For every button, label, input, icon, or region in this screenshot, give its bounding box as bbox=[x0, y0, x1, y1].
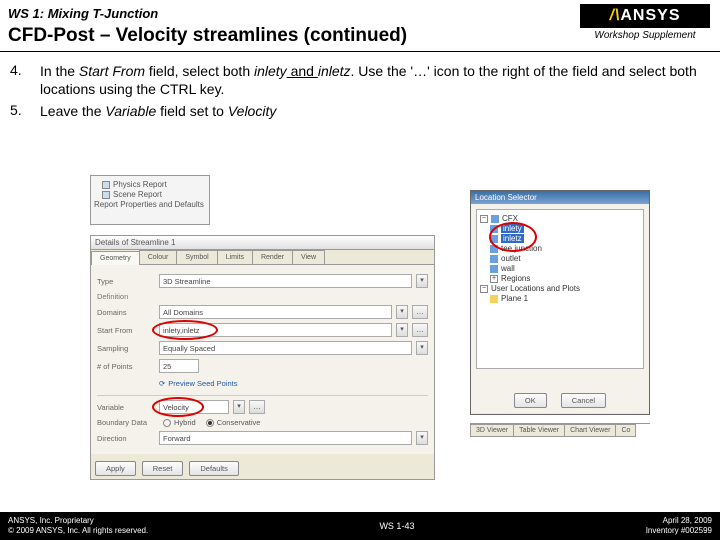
tree-regions[interactable]: +Regions bbox=[480, 274, 640, 283]
expand-icon[interactable]: + bbox=[490, 275, 498, 283]
tab-table-viewer[interactable]: Table Viewer bbox=[513, 424, 565, 437]
radio-icon bbox=[206, 419, 214, 427]
checkbox-icon[interactable] bbox=[102, 191, 110, 199]
details-panel: Details of Streamline 1 Geometry Colour … bbox=[90, 235, 435, 480]
viewer-tabs: 3D Viewer Table Viewer Chart Viewer Co bbox=[470, 423, 650, 437]
footer-center: WS 1-43 bbox=[379, 521, 414, 531]
domain-icon bbox=[491, 215, 499, 223]
tab-limits[interactable]: Limits bbox=[217, 250, 253, 264]
cancel-button[interactable]: Cancel bbox=[561, 393, 606, 408]
step-text: In the Start From field, select both inl… bbox=[40, 62, 700, 98]
dialog-title: Location Selector bbox=[471, 191, 649, 204]
footer: ANSYS, Inc. Proprietary © 2009 ANSYS, In… bbox=[0, 512, 720, 540]
sampling-label: Sampling bbox=[97, 344, 155, 353]
refresh-icon: ⟳ bbox=[159, 379, 165, 388]
instructions: 4. In the Start From field, select both … bbox=[0, 58, 720, 121]
dropdown-icon[interactable]: ▾ bbox=[233, 400, 245, 414]
boundary-icon bbox=[490, 255, 498, 263]
type-label: Type bbox=[97, 277, 155, 286]
tab-comment[interactable]: Co bbox=[615, 424, 636, 437]
boundary-icon bbox=[490, 225, 498, 233]
tab-colour[interactable]: Colour bbox=[139, 250, 178, 264]
sampling-select[interactable]: Equally Spaced bbox=[159, 341, 412, 355]
step-text: Leave the Variable field set to Velocity bbox=[40, 102, 700, 120]
collapse-icon[interactable]: − bbox=[480, 285, 488, 293]
ansys-logo: /\ANSYS bbox=[580, 4, 710, 28]
hybrid-radio[interactable]: Hybrid bbox=[163, 418, 196, 427]
startfrom-label: Start From bbox=[97, 326, 155, 335]
variable-label: Variable bbox=[97, 403, 155, 412]
location-selector-dialog: Location Selector −CFX inlety inletz tee… bbox=[470, 190, 650, 415]
tree-item-inletz[interactable]: inletz bbox=[480, 234, 640, 243]
tree-item-plane[interactable]: Plane 1 bbox=[480, 294, 640, 303]
tab-3d-viewer[interactable]: 3D Viewer bbox=[470, 424, 514, 437]
tree-item[interactable]: outlet bbox=[480, 254, 640, 263]
tree-root[interactable]: −CFX bbox=[480, 214, 640, 223]
tree-user-locations[interactable]: −User Locations and Plots bbox=[480, 284, 640, 293]
tree-item[interactable]: tee junction bbox=[480, 244, 640, 253]
tree-item-inlety[interactable]: inlety bbox=[480, 224, 640, 233]
dropdown-icon[interactable]: ▾ bbox=[396, 323, 408, 337]
reset-button[interactable]: Reset bbox=[142, 461, 184, 476]
dropdown-icon[interactable]: ▾ bbox=[416, 431, 428, 445]
dropdown-icon[interactable]: ▾ bbox=[416, 341, 428, 355]
tree-item[interactable]: Physics Report bbox=[102, 180, 206, 189]
separator bbox=[97, 395, 428, 396]
tab-view[interactable]: View bbox=[292, 250, 325, 264]
domains-label: Domains bbox=[97, 308, 155, 317]
checkbox-icon[interactable] bbox=[102, 181, 110, 189]
boundary-icon bbox=[490, 265, 498, 273]
footer-left: ANSYS, Inc. Proprietary © 2009 ANSYS, In… bbox=[8, 516, 148, 535]
tab-symbol[interactable]: Symbol bbox=[176, 250, 217, 264]
tab-geometry[interactable]: Geometry bbox=[91, 251, 140, 265]
footer-right: April 28, 2009 Inventory #002599 bbox=[646, 516, 712, 535]
domains-select[interactable]: All Domains bbox=[159, 305, 392, 319]
numpoints-label: # of Points bbox=[97, 362, 155, 371]
plane-icon bbox=[490, 295, 498, 303]
tab-render[interactable]: Render bbox=[252, 250, 293, 264]
ellipsis-button[interactable]: … bbox=[249, 400, 265, 414]
boundary-icon bbox=[490, 245, 498, 253]
location-tree[interactable]: −CFX inlety inletz tee junction outlet w… bbox=[476, 209, 644, 369]
variable-select[interactable]: Velocity bbox=[159, 400, 229, 414]
dropdown-icon[interactable]: ▾ bbox=[416, 274, 428, 288]
outline-tree[interactable]: Physics Report Scene Report Report Prope… bbox=[90, 175, 210, 225]
definition-label: Definition bbox=[97, 292, 428, 301]
screenshot: Physics Report Scene Report Report Prope… bbox=[90, 175, 650, 485]
numpoints-input[interactable]: 25 bbox=[159, 359, 199, 373]
startfrom-input[interactable]: inlety,inletz bbox=[159, 323, 392, 337]
details-title: Details of Streamline 1 bbox=[91, 236, 434, 250]
defaults-button[interactable]: Defaults bbox=[189, 461, 239, 476]
logo-block: /\ANSYS Workshop Supplement bbox=[580, 4, 710, 41]
apply-button[interactable]: Apply bbox=[95, 461, 136, 476]
form: Type 3D Streamline ▾ Definition Domains … bbox=[91, 265, 434, 454]
dropdown-icon[interactable]: ▾ bbox=[396, 305, 408, 319]
conservative-radio[interactable]: Conservative bbox=[206, 418, 261, 427]
tree-item[interactable]: Report Properties and Defaults bbox=[94, 200, 206, 209]
tree-item[interactable]: wall bbox=[480, 264, 640, 273]
tree-item[interactable]: Scene Report bbox=[102, 190, 206, 199]
direction-label: Direction bbox=[97, 434, 155, 443]
radio-icon bbox=[163, 419, 171, 427]
step-number: 4. bbox=[10, 62, 40, 98]
boundary-data-label: Boundary Data bbox=[97, 418, 155, 427]
divider bbox=[0, 51, 720, 52]
ok-button[interactable]: OK bbox=[514, 393, 547, 408]
step-4: 4. In the Start From field, select both … bbox=[10, 62, 700, 98]
ellipsis-button[interactable]: … bbox=[412, 323, 428, 337]
collapse-icon[interactable]: − bbox=[480, 215, 488, 223]
supplement-label: Workshop Supplement bbox=[580, 28, 710, 41]
tab-chart-viewer[interactable]: Chart Viewer bbox=[564, 424, 616, 437]
step-5: 5. Leave the Variable field set to Veloc… bbox=[10, 102, 700, 120]
preview-link[interactable]: ⟳Preview Seed Points bbox=[97, 377, 428, 392]
direction-select[interactable]: Forward bbox=[159, 431, 412, 445]
ellipsis-button[interactable]: … bbox=[412, 305, 428, 319]
tabs: Geometry Colour Symbol Limits Render Vie… bbox=[91, 250, 434, 265]
boundary-data-radios: Hybrid Conservative bbox=[159, 418, 260, 427]
boundary-icon bbox=[490, 235, 498, 243]
type-select[interactable]: 3D Streamline bbox=[159, 274, 412, 288]
step-number: 5. bbox=[10, 102, 40, 120]
